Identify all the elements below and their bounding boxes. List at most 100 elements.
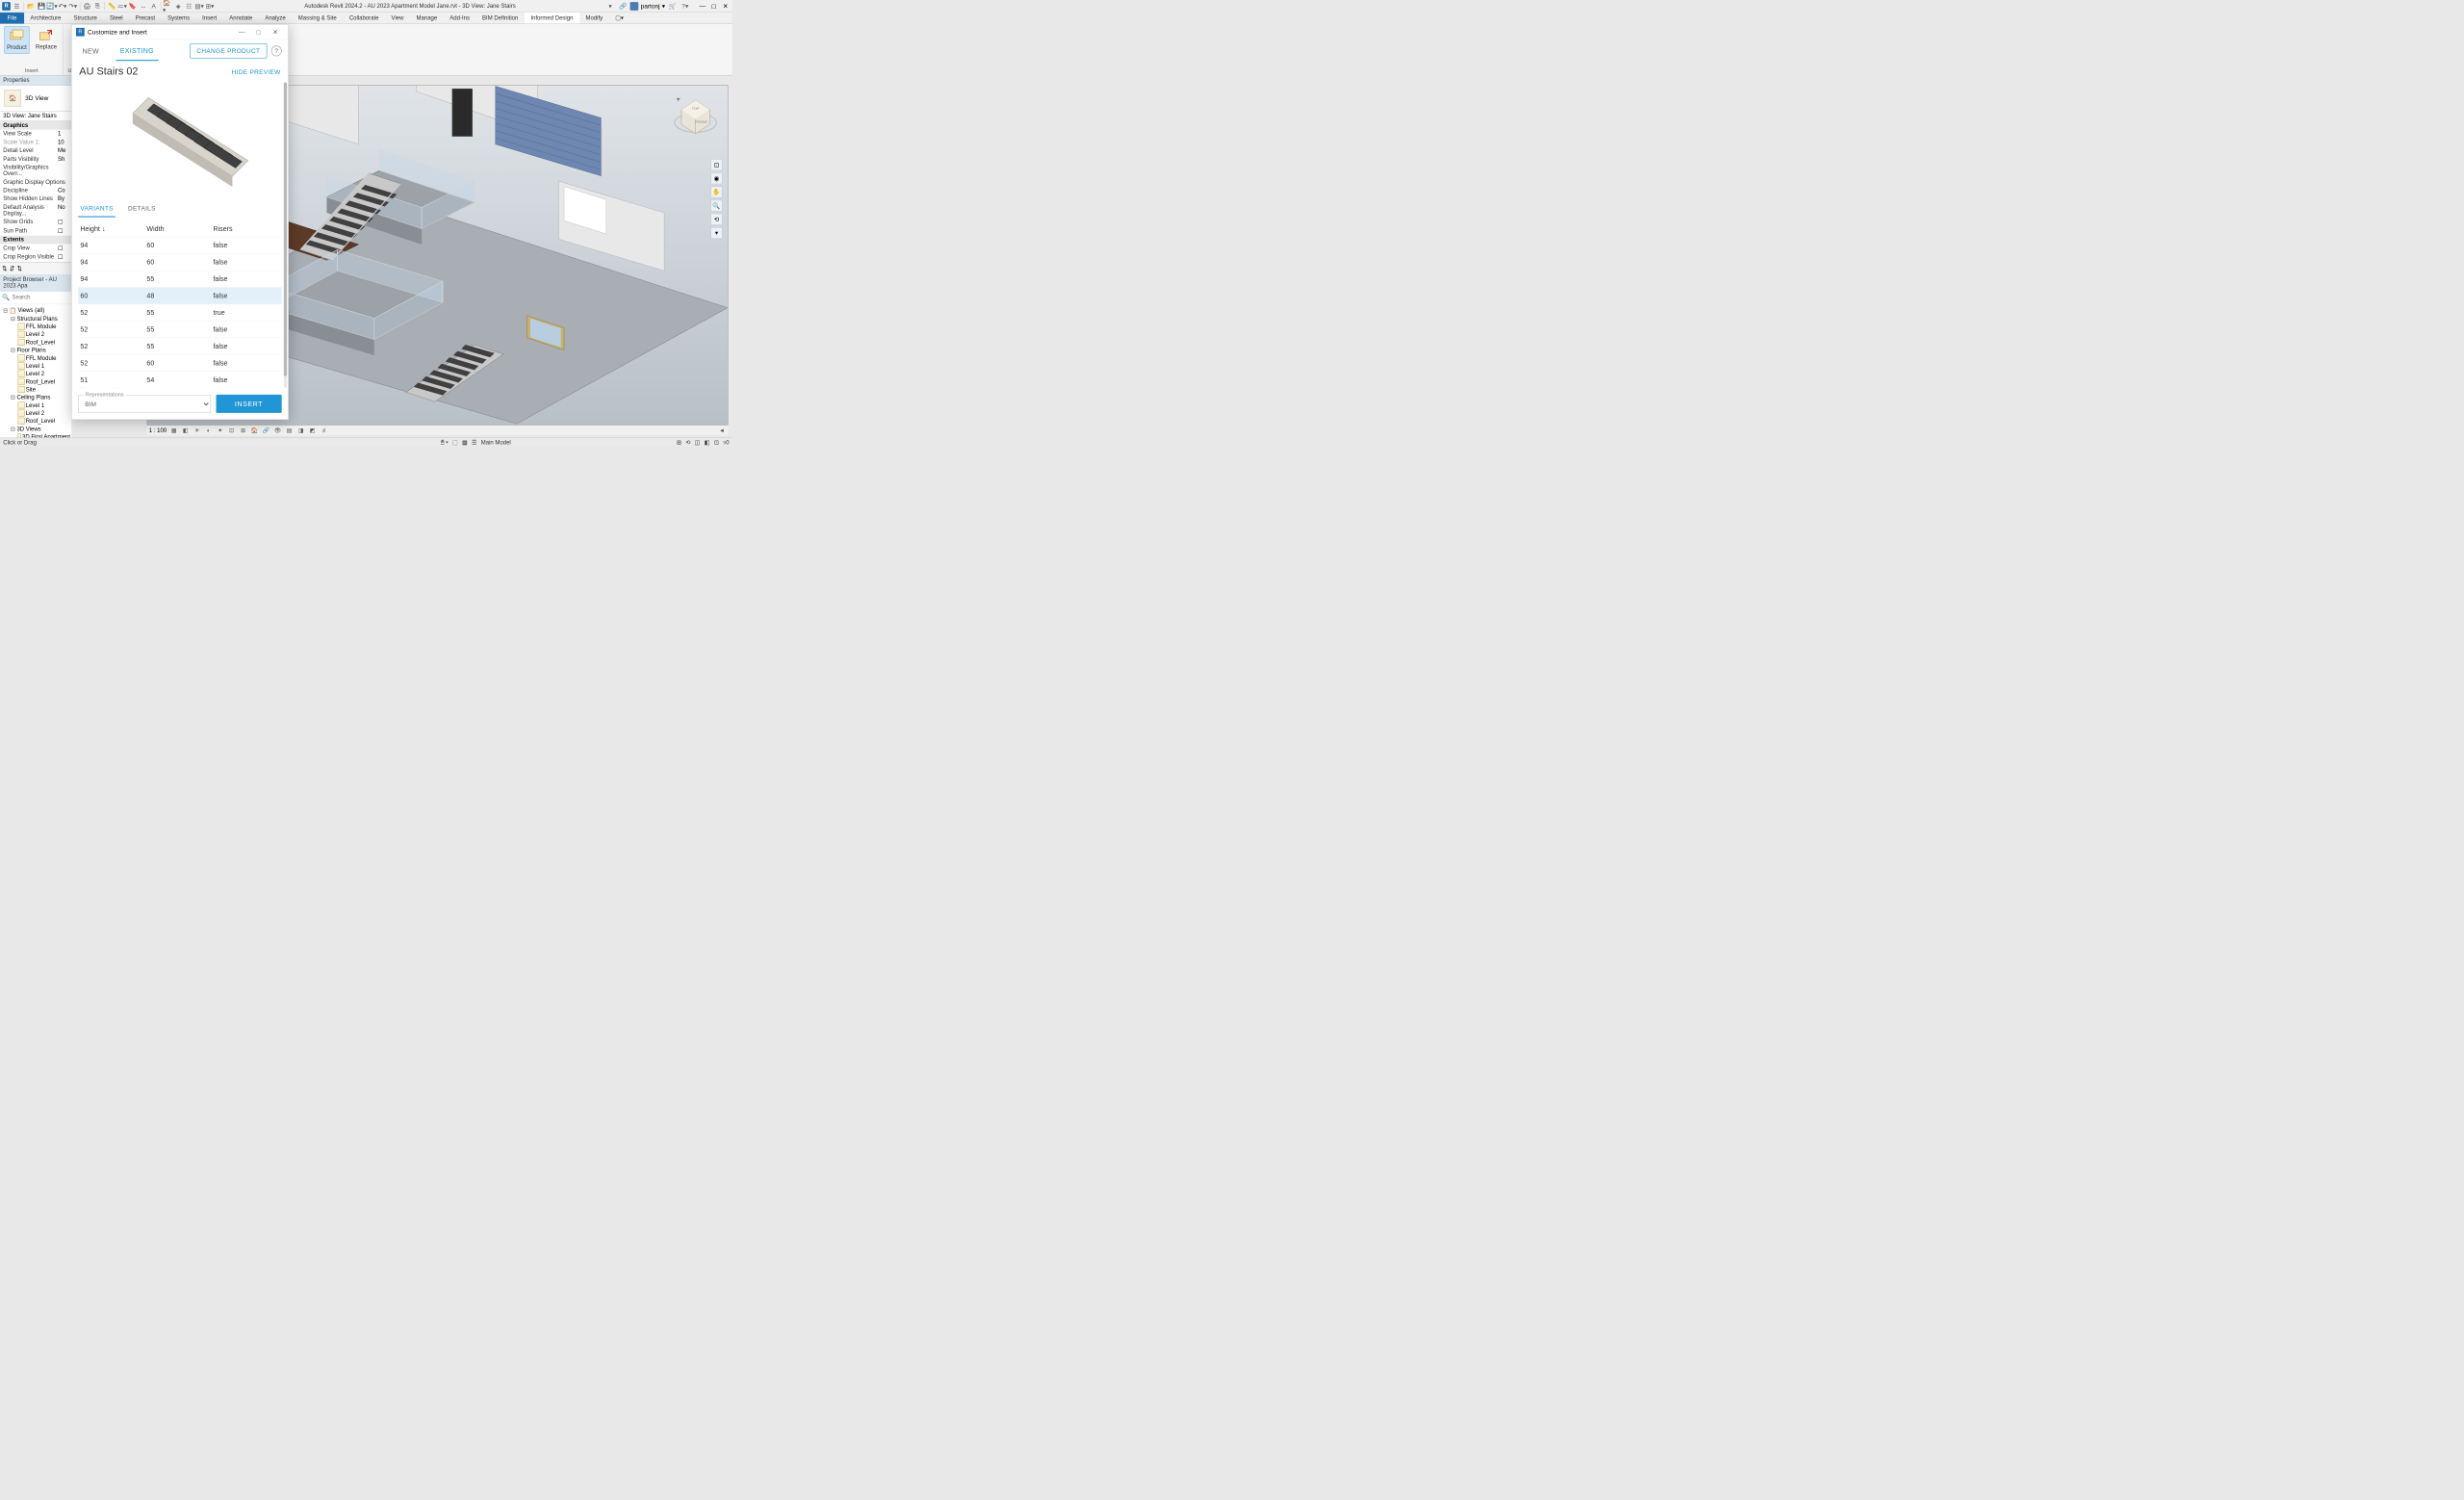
tab-steel[interactable]: Steel (103, 13, 129, 23)
tag-icon[interactable]: 🔖 (127, 1, 138, 12)
change-product-button[interactable]: CHANGE PRODUCT (190, 43, 267, 58)
variant-row[interactable]: 6048false (78, 288, 281, 304)
vb-disp-icon[interactable]: ◩ (308, 427, 317, 435)
tab-addins[interactable]: Add-Ins (444, 13, 476, 23)
open-icon[interactable]: 📂 (26, 1, 37, 12)
prop-parts[interactable]: Parts VisibilitySh (0, 155, 71, 164)
text-icon[interactable]: A (148, 1, 159, 12)
tree-item[interactable]: Level 2 (1, 330, 70, 338)
prop-discipline[interactable]: DisciplineCo (0, 186, 71, 194)
tab-collaborate[interactable]: Collaborate (343, 13, 385, 23)
tab-extra-icon[interactable]: ▢▾ (609, 13, 630, 23)
section-icon[interactable]: ◈ (173, 1, 184, 12)
status-worksets-icon[interactable]: ⬚ (452, 439, 458, 446)
control-icon[interactable]: ⎘ (92, 1, 103, 12)
tab-massing[interactable]: Massing & Site (292, 13, 343, 23)
tree-item[interactable]: Level 1 (1, 362, 70, 370)
status-icon-e[interactable]: ⊡ (714, 439, 719, 446)
variant-row[interactable]: 9455false (78, 271, 281, 287)
vb-detail-icon[interactable]: ▦ (169, 427, 178, 435)
close-icon[interactable]: ✕ (721, 1, 731, 11)
col-risers[interactable]: Risers (213, 224, 279, 232)
status-icon-d[interactable]: ◧ (705, 439, 710, 446)
vb-style-icon[interactable]: ◧ (181, 427, 190, 435)
maximize-icon[interactable]: ◻ (709, 1, 719, 11)
vb-temp-icon[interactable]: 👁 (273, 427, 282, 435)
dim-icon[interactable]: ↔ (138, 1, 148, 12)
view-cube[interactable]: TOP FRONT (672, 94, 719, 142)
sub-tab-details[interactable]: DETAILS (126, 200, 158, 217)
nav-zoom-icon[interactable]: 🔍 (710, 200, 722, 212)
tree-item[interactable]: Level 1 (1, 401, 70, 409)
status-filter-icon[interactable]: ▿0 (723, 439, 729, 446)
tab-systems[interactable]: Systems (162, 13, 196, 23)
tree-ceiling-plans[interactable]: ⊟Ceiling Plans (1, 394, 70, 401)
link-icon[interactable]: 🔗 (618, 1, 629, 12)
variant-row[interactable]: 5255true (78, 304, 281, 321)
status-icon-b[interactable]: ⟲ (685, 439, 690, 446)
sub-tab-variants[interactable]: VARIANTS (78, 200, 116, 217)
dialog-titlebar[interactable]: R Customize and Insert — □ ✕ (72, 25, 289, 39)
property-type-selector[interactable]: 🏠 3D View (0, 86, 71, 111)
variant-row[interactable]: 5154false (78, 372, 281, 388)
tree-item[interactable]: Roof_Level (1, 339, 70, 347)
tab-precast[interactable]: Precast (129, 13, 161, 23)
dialog-maximize-icon[interactable]: □ (250, 25, 267, 38)
variant-row[interactable]: 9460false (78, 254, 281, 271)
tab-view[interactable]: View (385, 13, 410, 23)
prop-crop-region[interactable]: Crop Region Visible☐ (0, 253, 71, 262)
tree-3d-views[interactable]: ⊟3D Views (1, 425, 70, 432)
vb-scroll-left-icon[interactable]: ◄ (718, 427, 727, 435)
vb-render-icon[interactable]: ✦ (216, 427, 224, 435)
tab-structure[interactable]: Structure (67, 13, 103, 23)
help-icon[interactable]: ?▾ (680, 1, 690, 12)
tab-analyze[interactable]: Analyze (259, 13, 292, 23)
product-button[interactable]: Product (4, 26, 29, 53)
prop-view-scale[interactable]: View Scale1 (0, 130, 71, 139)
prop-vg[interactable]: Visibility/Graphics Overr... (0, 163, 71, 177)
redo-icon[interactable]: ↷▾ (67, 1, 78, 12)
status-model-label[interactable]: Main Model (481, 439, 511, 446)
sort2-icon[interactable]: ⇅ (17, 265, 22, 272)
representations-select[interactable]: BIM (78, 395, 211, 413)
prop-gdo[interactable]: Graphic Display Options (0, 178, 71, 187)
tab-informed-design[interactable]: Informed Design (525, 13, 579, 23)
tree-item[interactable]: FFL Module (1, 323, 70, 330)
thin-icon[interactable]: ☷ (184, 1, 194, 12)
save-icon[interactable]: 💾 (37, 1, 47, 12)
tab-annotate[interactable]: Annotate (223, 13, 259, 23)
col-height[interactable]: Height ↓ (80, 224, 146, 232)
vb-const-icon[interactable]: ◨ (296, 427, 305, 435)
search-icon[interactable]: ▾ (605, 1, 616, 12)
nav-wheel-icon[interactable]: ◉ (710, 172, 722, 184)
vb-crop2-icon[interactable]: ⊞ (239, 427, 247, 435)
tree-item[interactable]: FFL Module (1, 354, 70, 362)
prop-crop-view[interactable]: Crop View☐ (0, 244, 71, 252)
sort-icon[interactable]: ⇅ (2, 265, 7, 272)
switch-icon[interactable]: ⊞▾ (205, 1, 216, 12)
variant-row[interactable]: 5255false (78, 338, 281, 354)
tree-item[interactable]: Site (1, 386, 70, 394)
tree-item[interactable]: Level 2 (1, 370, 70, 377)
vb-reveal-icon[interactable]: ▤ (285, 427, 294, 435)
tab-bimdef[interactable]: BIM Definition (475, 13, 524, 23)
sync-icon[interactable]: 🔄▾ (47, 1, 58, 12)
status-select-icon[interactable]: 🖱 ▾ (441, 439, 449, 446)
nav-full-icon[interactable]: ⊡ (710, 159, 722, 170)
prop-analysis[interactable]: Default Analysis Display...No (0, 203, 71, 218)
dialog-help-icon[interactable]: ? (271, 45, 282, 56)
scale-label[interactable]: 1 : 100 (149, 427, 167, 434)
browser-search[interactable]: 🔍 (0, 291, 71, 304)
undo-icon[interactable]: ↶▾ (57, 1, 67, 12)
cart-icon[interactable]: 🛒 (667, 1, 678, 12)
tab-architecture[interactable]: Architecture (24, 13, 67, 23)
prop-grids[interactable]: Show Grids☐ (0, 218, 71, 226)
measure-icon[interactable]: 📏 (107, 1, 117, 12)
tab-modify[interactable]: Modify (579, 13, 609, 23)
minimize-icon[interactable]: — (698, 1, 707, 11)
vb-crop-icon[interactable]: ⊡ (227, 427, 236, 435)
replace-button[interactable]: Replace (34, 26, 59, 53)
tree-structural-plans[interactable]: ⊟Structural Plans (1, 315, 70, 323)
vb-sun-icon[interactable]: ☀ (192, 427, 201, 435)
prop-hidden[interactable]: Show Hidden LinesBy (0, 194, 71, 203)
